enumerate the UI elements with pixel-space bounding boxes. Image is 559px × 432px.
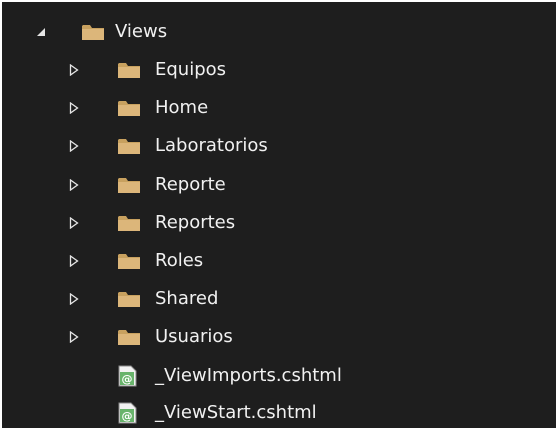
folder-icon [117,176,141,194]
collapsed-arrow-icon[interactable] [68,139,80,153]
folder-icon [117,137,141,155]
tree-item-label: Usuarios [155,326,233,347]
tree-item-views[interactable]: Views [2,13,556,51]
tree-item-label: Home [155,97,209,118]
folder-icon [117,61,141,79]
folder-icon [81,23,105,41]
folder-icon [117,214,141,232]
tree-item-label: Reportes [155,212,236,233]
tree-item-viewimports[interactable]: @ _ViewImports.cshtml [2,357,556,395]
collapsed-arrow-icon[interactable] [68,330,80,344]
tree-item-label: Reporte [155,174,226,195]
collapsed-arrow-icon[interactable] [68,216,80,230]
tree-item-label: _ViewStart.cshtml [155,402,317,423]
tree-item-reporte[interactable]: Reporte [2,166,556,204]
collapsed-arrow-icon[interactable] [68,101,80,115]
collapsed-arrow-icon[interactable] [68,254,80,268]
expanded-arrow-icon[interactable] [35,25,47,39]
tree-item-label: Laboratorios [155,135,268,156]
folder-icon [117,328,141,346]
tree-item-shared[interactable]: Shared [2,280,556,318]
tree-item-label: Views [115,21,168,42]
folder-icon [117,290,141,308]
tree-item-label: Roles [155,250,204,271]
tree-item-reportes[interactable]: Reportes [2,204,556,242]
svg-text:@: @ [122,373,133,386]
tree-item-label: Shared [155,288,219,309]
razor-file-icon: @ [116,365,138,387]
tree-item-viewstart[interactable]: @ _ViewStart.cshtml [2,394,556,432]
razor-file-icon: @ [116,402,138,424]
folder-icon [117,252,141,270]
tree-item-home[interactable]: Home [2,89,556,127]
tree-item-label: _ViewImports.cshtml [155,365,342,386]
tree-item-roles[interactable]: Roles [2,242,556,280]
collapsed-arrow-icon[interactable] [68,63,80,77]
solution-explorer-panel: Views Equipos Home Laboratorios Reporte … [2,2,556,428]
tree-item-laboratorios[interactable]: Laboratorios [2,127,556,165]
tree-item-label: Equipos [155,59,227,80]
collapsed-arrow-icon[interactable] [68,292,80,306]
tree-item-equipos[interactable]: Equipos [2,51,556,89]
folder-icon [117,99,141,117]
svg-text:@: @ [122,410,133,423]
collapsed-arrow-icon[interactable] [68,178,80,192]
tree-item-usuarios[interactable]: Usuarios [2,318,556,356]
